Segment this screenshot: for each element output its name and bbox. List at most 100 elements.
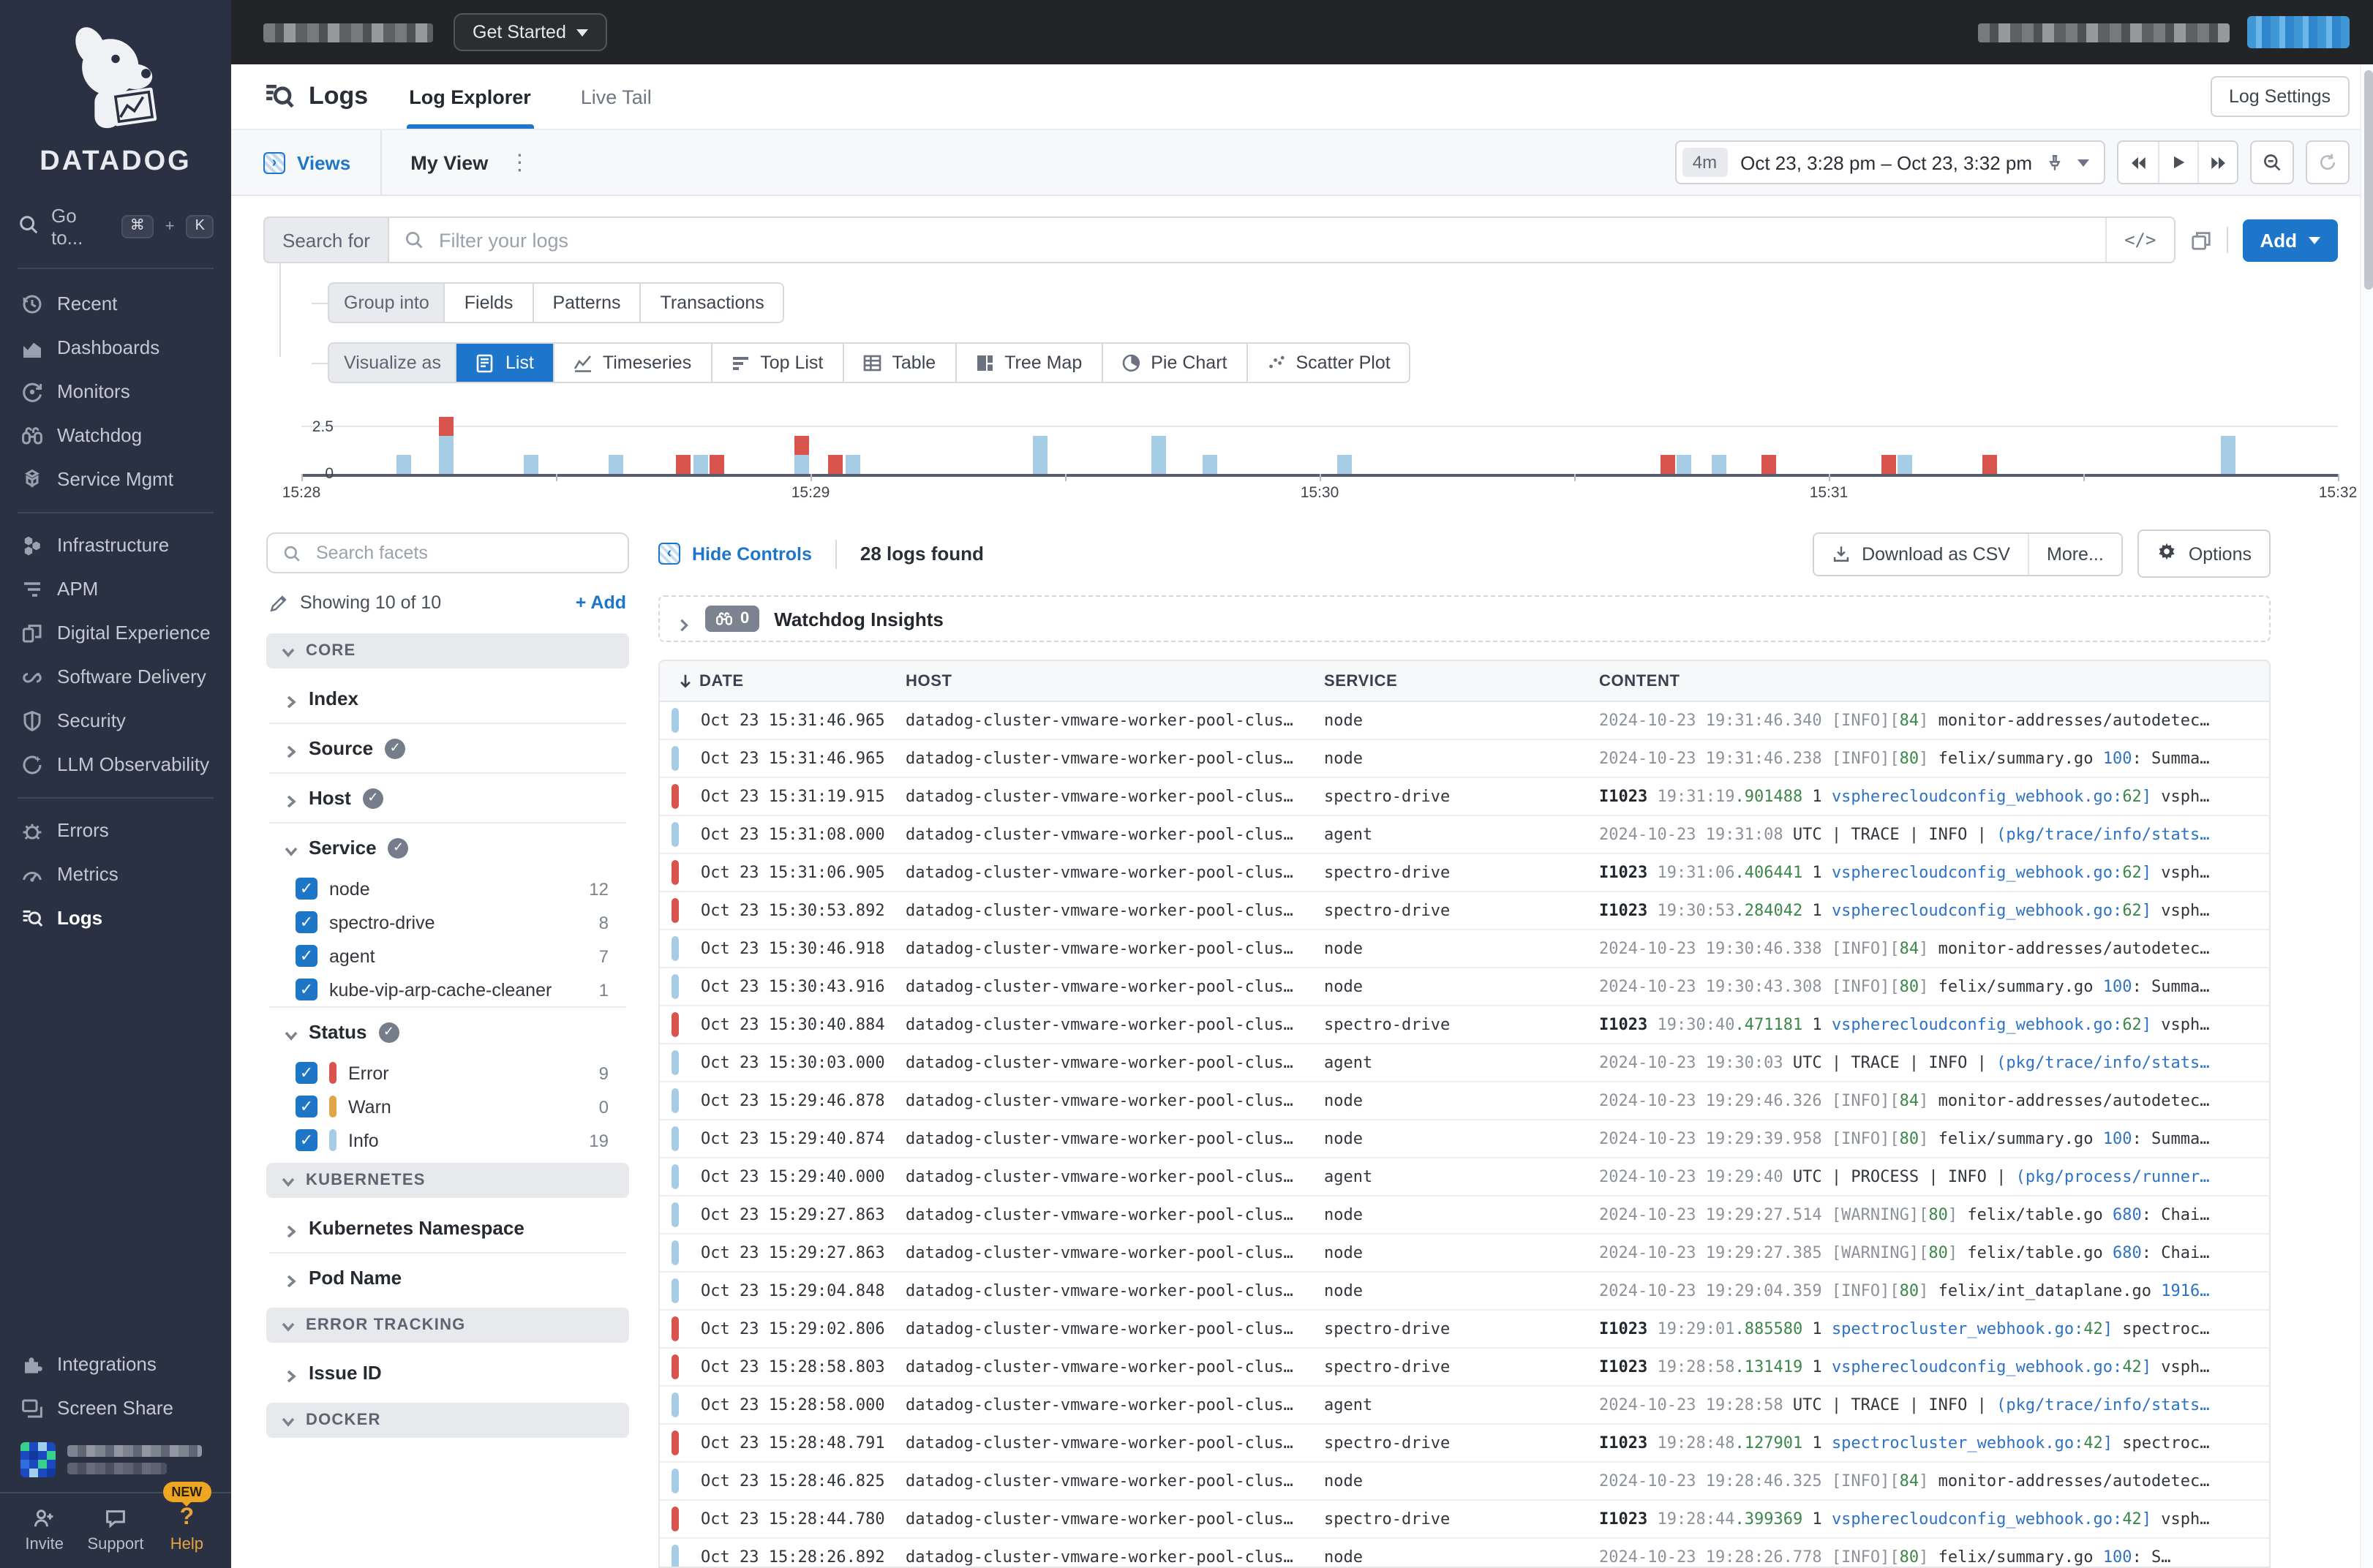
facet-option-warn[interactable]: ✓ Warn 0	[263, 1090, 632, 1123]
facet-index[interactable]: Index	[263, 674, 632, 723]
viz-option-pie-chart[interactable]: Pie Chart	[1102, 344, 1248, 382]
current-view-name[interactable]: My View	[410, 151, 488, 173]
log-row[interactable]: Oct 23 15:29:27.863 datadog-cluster-vmwar…	[660, 1235, 2269, 1273]
checkbox-checked-icon[interactable]: ✓	[296, 1129, 317, 1151]
checkbox-checked-icon[interactable]: ✓	[296, 1062, 317, 1084]
log-row[interactable]: Oct 23 15:29:40.000 datadog-cluster-vmwar…	[660, 1158, 2269, 1196]
chart-bar[interactable]	[1151, 436, 1166, 474]
log-row[interactable]: Oct 23 15:28:58.803 datadog-cluster-vmwar…	[660, 1349, 2269, 1387]
chart-bar[interactable]	[1202, 455, 1217, 474]
chart-bar[interactable]	[794, 436, 810, 474]
view-menu-kebab-icon[interactable]: ⋮	[508, 151, 530, 173]
checkbox-checked-icon[interactable]: ✓	[296, 1096, 317, 1117]
log-settings-button[interactable]: Log Settings	[2210, 76, 2350, 117]
facet-kubernetes-namespace[interactable]: Kubernetes Namespace	[263, 1204, 632, 1252]
sidebar-item-monitors[interactable]: Monitors	[0, 370, 231, 414]
facet-option-agent[interactable]: ✓ agent 7	[263, 939, 632, 973]
facet-option-node[interactable]: ✓ node 12	[263, 872, 632, 905]
rewind-button[interactable]	[2118, 142, 2158, 183]
watchdog-insights[interactable]: 0 Watchdog Insights	[658, 595, 2271, 642]
facet-search-input[interactable]	[313, 541, 613, 565]
log-row[interactable]: Oct 23 15:31:06.905 datadog-cluster-vmwar…	[660, 854, 2269, 892]
log-row[interactable]: Oct 23 15:29:40.874 datadog-cluster-vmwar…	[660, 1120, 2269, 1158]
log-row[interactable]: Oct 23 15:31:19.915 datadog-cluster-vmwar…	[660, 778, 2269, 816]
more-button[interactable]: More...	[2028, 533, 2121, 574]
redacted-upgrade-button[interactable]	[2247, 16, 2350, 48]
datadog-logo[interactable]: DATADOG	[0, 0, 231, 196]
facet-pod-name[interactable]: Pod Name	[263, 1254, 632, 1302]
chart-bar[interactable]	[523, 455, 538, 474]
log-row[interactable]: Oct 23 15:29:02.806 datadog-cluster-vmwar…	[660, 1311, 2269, 1349]
column-header-host[interactable]: HOST	[891, 672, 1309, 690]
add-button[interactable]: Add	[2242, 219, 2338, 261]
facet-section-docker[interactable]: DOCKER	[266, 1403, 629, 1438]
time-range-picker[interactable]: 4m Oct 23, 3:28 pm – Oct 23, 3:32 pm	[1674, 140, 2105, 184]
help-button[interactable]: NEW? Help	[151, 1482, 222, 1553]
support-button[interactable]: Support	[80, 1505, 151, 1553]
chart-bar[interactable]	[1337, 455, 1353, 474]
copy-icon[interactable]	[2189, 229, 2211, 251]
download-csv-button[interactable]: Download as CSV	[1813, 533, 2028, 574]
tab-log-explorer[interactable]: Log Explorer	[406, 64, 535, 129]
sidebar-item-digital-experience[interactable]: Digital Experience	[0, 611, 231, 655]
log-row[interactable]: Oct 23 15:31:08.000 datadog-cluster-vmwar…	[660, 816, 2269, 854]
add-facet-button[interactable]: + Add	[576, 592, 626, 613]
log-row[interactable]: Oct 23 15:30:53.892 datadog-cluster-vmwar…	[660, 892, 2269, 930]
log-row[interactable]: Oct 23 15:31:46.965 datadog-cluster-vmwar…	[660, 702, 2269, 740]
facet-status[interactable]: Status ✓	[263, 1008, 632, 1056]
facet-source[interactable]: Source ✓	[263, 724, 632, 772]
checkbox-checked-icon[interactable]: ✓	[296, 911, 317, 933]
viz-option-scatter-plot[interactable]: Scatter Plot	[1247, 344, 1410, 382]
sidebar-item-watchdog[interactable]: Watchdog	[0, 414, 231, 458]
chart-bar[interactable]	[828, 455, 843, 474]
sidebar-item-recent[interactable]: Recent	[0, 282, 231, 326]
sidebar-item-service-mgmt[interactable]: Service Mgmt	[0, 458, 231, 502]
sidebar-item-metrics[interactable]: Metrics	[0, 853, 231, 897]
viz-option-table[interactable]: Table	[843, 344, 957, 382]
pin-icon[interactable]	[2045, 153, 2064, 172]
chart-bar[interactable]	[1761, 455, 1777, 474]
chart-bar[interactable]	[1032, 436, 1048, 474]
fast-forward-button[interactable]	[2197, 142, 2237, 183]
views-button[interactable]: › Views	[231, 130, 382, 195]
chart-bar[interactable]	[396, 455, 411, 474]
log-row[interactable]: Oct 23 15:28:46.825 datadog-cluster-vmwar…	[660, 1463, 2269, 1501]
log-row[interactable]: Oct 23 15:30:43.916 datadog-cluster-vmwar…	[660, 968, 2269, 1006]
log-row[interactable]: Oct 23 15:29:46.878 datadog-cluster-vmwar…	[660, 1082, 2269, 1120]
log-row[interactable]: Oct 23 15:28:48.791 datadog-cluster-vmwar…	[660, 1425, 2269, 1463]
facet-issue-id[interactable]: Issue ID	[263, 1349, 632, 1397]
pencil-icon[interactable]	[269, 593, 288, 612]
chart-bar[interactable]	[1660, 455, 1675, 474]
group-option-patterns[interactable]: Patterns	[533, 284, 642, 322]
hide-controls-button[interactable]: ‹ Hide Controls	[658, 543, 812, 565]
facet-section-core[interactable]: CORE	[266, 633, 629, 668]
sidebar-item-errors[interactable]: Errors	[0, 809, 231, 853]
facet-option-info[interactable]: ✓ Info 19	[263, 1123, 632, 1157]
checkbox-checked-icon[interactable]: ✓	[296, 878, 317, 900]
viz-option-timeseries[interactable]: Timeseries	[554, 344, 712, 382]
goto-search[interactable]: Go to... ⌘ + K	[0, 196, 231, 257]
chart-bar[interactable]	[1711, 455, 1726, 474]
chart-bar[interactable]	[846, 455, 860, 474]
log-row[interactable]: Oct 23 15:31:46.965 datadog-cluster-vmwar…	[660, 740, 2269, 778]
chart-bar[interactable]	[1898, 455, 1913, 474]
chart-bar[interactable]	[1677, 455, 1692, 474]
sidebar-item-security[interactable]: Security	[0, 699, 231, 743]
get-started-button[interactable]: Get Started	[454, 13, 607, 51]
log-row[interactable]: Oct 23 15:28:58.000 datadog-cluster-vmwar…	[660, 1387, 2269, 1425]
sidebar-item-software-delivery[interactable]: Software Delivery	[0, 655, 231, 699]
facet-option-spectro-drive[interactable]: ✓ spectro-drive 8	[263, 905, 632, 939]
log-volume-plot[interactable]: 0 2.5 15:28 15:29 15:30 15:31 15:32	[282, 410, 2357, 502]
log-row[interactable]: Oct 23 15:30:40.884 datadog-cluster-vmwar…	[660, 1006, 2269, 1044]
log-row[interactable]: Oct 23 15:28:26.892 datadog-cluster-vmwar…	[660, 1539, 2269, 1567]
chart-bar[interactable]	[693, 455, 708, 474]
facet-section-kubernetes[interactable]: KUBERNETES	[266, 1163, 629, 1198]
sidebar-item-logs[interactable]: Logs	[0, 897, 231, 941]
scrollbar-thumb[interactable]	[2363, 70, 2372, 290]
page-scrollbar[interactable]	[2360, 64, 2373, 1568]
zoom-out-button[interactable]	[2250, 140, 2294, 184]
log-row[interactable]: Oct 23 15:28:44.780 datadog-cluster-vmwar…	[660, 1501, 2269, 1539]
log-row[interactable]: Oct 23 15:30:03.000 datadog-cluster-vmwar…	[660, 1044, 2269, 1082]
sidebar-item-llm-observability[interactable]: LLM Observability	[0, 743, 231, 787]
column-header-service[interactable]: SERVICE	[1309, 672, 1584, 690]
